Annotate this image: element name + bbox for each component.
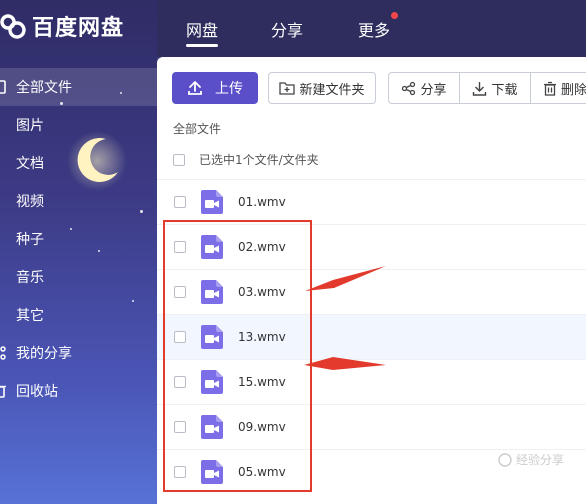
new-folder-button[interactable]: 新建文件夹 xyxy=(268,72,376,104)
selection-bar: 已选中1个文件/文件夹 xyxy=(173,151,319,168)
file-row[interactable]: 01.wmv xyxy=(157,179,586,224)
notification-dot xyxy=(391,12,399,19)
file-name[interactable]: 05.wmv xyxy=(238,450,286,494)
sidebar-item-label: 种子 xyxy=(16,232,44,248)
sidebar-item-music[interactable]: 音乐 xyxy=(0,258,157,296)
new-folder-icon xyxy=(279,82,296,95)
video-file-icon xyxy=(201,235,223,259)
tab-netdisk[interactable]: 网盘 xyxy=(186,0,219,57)
file-row[interactable]: 15.wmv xyxy=(157,359,586,404)
file-name[interactable]: 13.wmv xyxy=(238,315,286,359)
delete-button-label: 删除 xyxy=(561,82,586,98)
sidebar-item-label: 文档 xyxy=(16,156,44,172)
file-row-checkbox[interactable] xyxy=(174,331,186,343)
toolbar: 上传 新建文件夹 分享 下载 删除 xyxy=(157,72,586,106)
video-file-icon xyxy=(201,280,223,304)
sidebar-item-recycle-bin[interactable]: 回收站 xyxy=(0,372,157,410)
sidebar-item-all-files[interactable]: 全部文件 xyxy=(0,68,157,106)
file-row[interactable]: 09.wmv xyxy=(157,404,586,449)
tab-share[interactable]: 分享 xyxy=(271,0,303,57)
tab-label: 更多 xyxy=(358,20,391,40)
trash-icon xyxy=(0,385,6,398)
file-name[interactable]: 03.wmv xyxy=(238,270,286,314)
tab-more[interactable]: 更多 xyxy=(358,0,399,57)
app-logo-text: 百度网盘 xyxy=(32,16,125,41)
file-name[interactable]: 02.wmv xyxy=(238,225,286,269)
sidebar-item-label: 全部文件 xyxy=(16,80,72,96)
file-row-checkbox[interactable] xyxy=(174,376,186,388)
selection-status-text: 已选中1个文件/文件夹 xyxy=(199,153,319,167)
video-file-icon xyxy=(201,415,223,439)
sidebar-item-label: 音乐 xyxy=(16,270,44,286)
share-button[interactable]: 分享 xyxy=(388,72,460,104)
file-name[interactable]: 09.wmv xyxy=(238,405,286,449)
share-icon xyxy=(402,81,416,95)
file-row-checkbox[interactable] xyxy=(174,421,186,433)
top-nav-bar: 网盘 分享 更多 xyxy=(157,0,586,57)
file-row[interactable]: 03.wmv xyxy=(157,269,586,314)
sidebar-item-label: 图片 xyxy=(16,118,44,134)
download-icon xyxy=(473,81,487,96)
breadcrumb[interactable]: 全部文件 xyxy=(173,120,221,137)
sidebar-nav: 全部文件 图片 文档 视频 种子 音乐 其它 我的分享 回收站 xyxy=(0,68,157,410)
watermark-text: 经验分享 xyxy=(515,453,564,467)
upload-button-label: 上传 xyxy=(215,81,243,97)
file-row-checkbox[interactable] xyxy=(174,241,186,253)
upload-button[interactable]: 上传 xyxy=(172,72,258,104)
file-name[interactable]: 01.wmv xyxy=(238,180,286,224)
sidebar-item-images[interactable]: 图片 xyxy=(0,106,157,144)
file-row-checkbox[interactable] xyxy=(174,286,186,298)
sidebar-item-label: 其它 xyxy=(16,308,44,324)
sidebar-item-documents[interactable]: 文档 xyxy=(0,144,157,182)
sidebar-item-other[interactable]: 其它 xyxy=(0,296,157,334)
file-row[interactable]: 13.wmv xyxy=(157,314,586,359)
file-row[interactable]: 02.wmv xyxy=(157,224,586,269)
download-button[interactable]: 下载 xyxy=(459,72,531,104)
sidebar-item-videos[interactable]: 视频 xyxy=(0,182,157,220)
file-name[interactable]: 15.wmv xyxy=(238,360,286,404)
video-file-icon xyxy=(201,460,223,484)
tab-label: 网盘 xyxy=(186,20,219,40)
watermark-logo-icon xyxy=(498,452,512,467)
upload-icon xyxy=(188,81,202,95)
watermark: 经验分享 xyxy=(498,451,564,468)
sidebar-item-torrents[interactable]: 种子 xyxy=(0,220,157,258)
video-file-icon xyxy=(201,190,223,214)
baidu-cloud-logo-icon xyxy=(0,14,26,39)
video-file-icon xyxy=(201,370,223,394)
sidebar-item-my-shares[interactable]: 我的分享 xyxy=(0,334,157,372)
sidebar: 百度网盘 全部文件 图片 文档 视频 种子 音乐 其它 我的分享 回收站 xyxy=(0,0,157,504)
file-row-checkbox[interactable] xyxy=(174,466,186,478)
delete-button[interactable]: 删除 xyxy=(530,72,586,104)
new-folder-button-label: 新建文件夹 xyxy=(299,82,365,98)
share-icon xyxy=(0,346,6,360)
file-row-checkbox[interactable] xyxy=(174,196,186,208)
app-logo[interactable]: 百度网盘 xyxy=(0,8,124,44)
trash-icon xyxy=(544,81,556,96)
sidebar-item-label: 我的分享 xyxy=(16,346,72,362)
sidebar-item-label: 回收站 xyxy=(16,384,58,400)
download-button-label: 下载 xyxy=(491,82,518,98)
share-button-label: 分享 xyxy=(420,82,447,98)
file-list: 01.wmv 02.wmv 03.wmv 13.wmv 15.wmv 09.wmv 05.w… xyxy=(157,179,586,494)
file-browser-panel: 上传 新建文件夹 分享 下载 删除 全部文件 已选中1个文件/文件夹 01.wm… xyxy=(157,57,586,504)
sidebar-item-label: 视频 xyxy=(16,194,44,210)
select-all-checkbox[interactable] xyxy=(173,153,185,166)
tab-label: 分享 xyxy=(271,20,304,40)
video-file-icon xyxy=(201,325,223,349)
file-icon xyxy=(0,80,6,94)
